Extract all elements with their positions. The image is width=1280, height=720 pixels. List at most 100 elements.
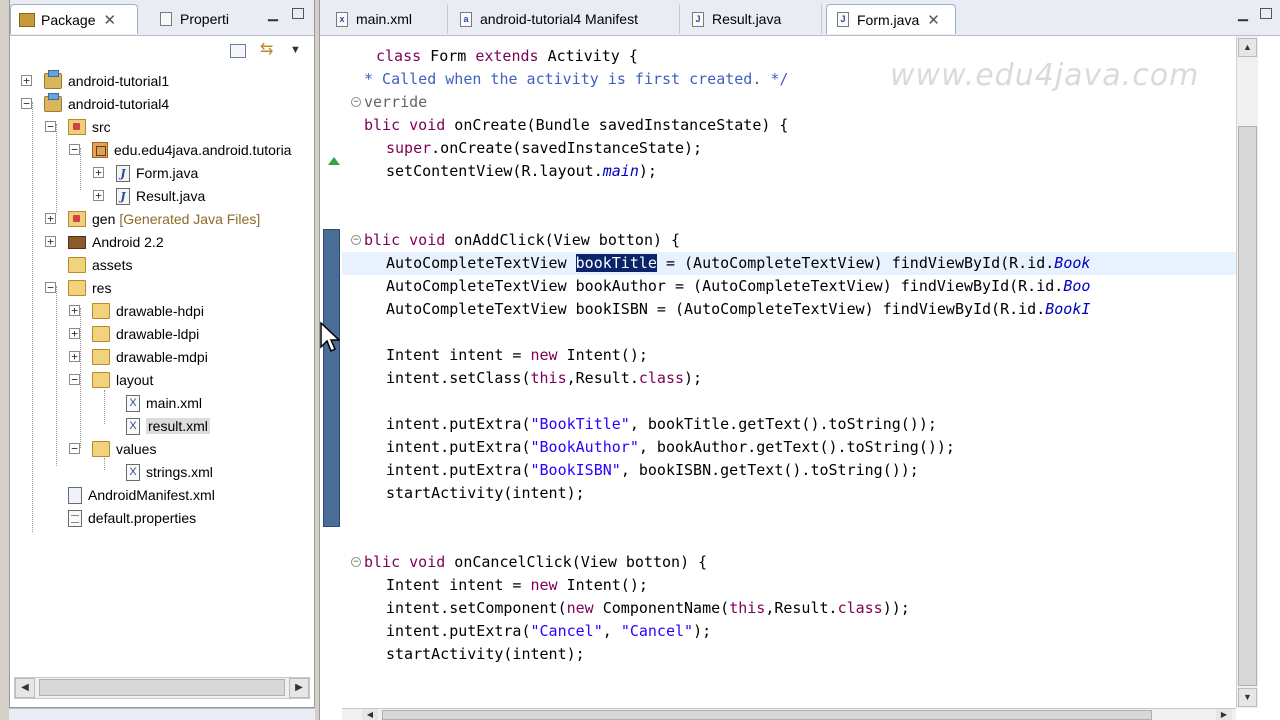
collapse-icon[interactable]: − [69, 443, 80, 454]
tree-item-values[interactable]: − values [69, 438, 156, 460]
xml-file-icon: X [126, 417, 140, 435]
minimize-icon[interactable]: ▁ [268, 7, 282, 22]
collapse-icon[interactable]: − [69, 374, 80, 385]
tree-item-android-tutorial4[interactable]: − android-tutorial4 [21, 93, 169, 115]
tree-item-label: assets [92, 257, 133, 273]
expand-icon[interactable]: + [69, 351, 80, 362]
tree-item-label: main.xml [146, 395, 203, 411]
tab-properties[interactable]: Properti [152, 4, 244, 34]
tree-item-label: drawable-ldpi [116, 326, 200, 342]
scroll-left-icon[interactable]: ◀ [15, 678, 35, 698]
expand-icon[interactable]: + [45, 236, 56, 247]
tree-item-label: gen [92, 211, 116, 227]
folder-icon [92, 441, 110, 457]
bottom-panel-tabbar [9, 708, 315, 720]
code-line: AutoCompleteTextView bookAuthor = (AutoC… [386, 277, 1091, 295]
expand-icon[interactable]: + [69, 305, 80, 316]
tab-package-explorer[interactable]: Package ✕ [10, 4, 138, 34]
code-line: intent.setClass(this,Result.class); [386, 369, 703, 387]
folder-icon [68, 280, 86, 296]
code-line: * Called when the activity is first crea… [364, 70, 789, 88]
editor-left-ruler [320, 36, 342, 720]
tree-item-drawable-mdpi[interactable]: + drawable-mdpi [69, 346, 208, 368]
link-with-editor-icon[interactable]: ⇆ [260, 42, 276, 58]
tree-item-android-manifest[interactable]: AndroidManifest.xml [68, 484, 215, 506]
java-file-icon: J [116, 187, 130, 205]
java-file-icon: J [116, 164, 130, 182]
tree-item-drawable-hdpi[interactable]: + drawable-hdpi [69, 300, 204, 322]
fold-icon[interactable]: − [351, 235, 361, 245]
tab-properties-label: Properti [180, 11, 230, 27]
scroll-down-icon[interactable]: ▼ [1238, 688, 1257, 707]
tree-item-form-java[interactable]: + J Form.java [93, 162, 198, 184]
expand-icon[interactable]: + [21, 75, 32, 86]
tab-manifest[interactable]: a android-tutorial4 Manifest [450, 4, 680, 34]
tree-item-android-lib[interactable]: + Android 2.2 [45, 231, 164, 253]
expand-icon[interactable]: + [93, 190, 104, 201]
tree-item-label: result.xml [146, 418, 210, 434]
tree-item-drawable-ldpi[interactable]: + drawable-ldpi [69, 323, 200, 345]
tab-label: main.xml [356, 11, 413, 27]
tree-item-strings-xml[interactable]: X strings.xml [126, 461, 213, 483]
tree-item-label: edu.edu4java.android.tutoria [114, 142, 292, 158]
code-line: AutoCompleteTextView bookTitle = (AutoCo… [386, 254, 1091, 272]
source-folder-icon [68, 211, 86, 227]
tree-item-android-tutorial1[interactable]: + android-tutorial1 [21, 70, 169, 92]
fold-icon[interactable]: − [351, 97, 361, 107]
minimize-icon[interactable]: ▁ [1238, 7, 1252, 22]
collapse-all-icon[interactable] [230, 44, 246, 58]
collapse-icon[interactable]: − [69, 144, 80, 155]
code-editor[interactable]: class Form extends Activity { * Called w… [342, 36, 1242, 708]
override-marker-icon[interactable] [328, 157, 340, 165]
expand-icon[interactable]: + [69, 328, 80, 339]
editor-horizontal-scrollbar[interactable]: ◀ ▶ [342, 708, 1236, 720]
java-file-icon: J [837, 12, 849, 27]
tree-item-decoration: [Generated Java Files] [119, 211, 261, 227]
tree-item-default-properties[interactable]: default.properties [68, 507, 196, 529]
tab-main-xml[interactable]: x main.xml [326, 4, 448, 34]
code-line: startActivity(intent); [386, 484, 585, 502]
code-line: super.onCreate(savedInstanceState); [386, 139, 703, 157]
scroll-up-icon[interactable]: ▲ [1238, 38, 1257, 57]
maximize-icon[interactable] [292, 8, 304, 19]
tab-label: Form.java [857, 11, 920, 28]
scrollbar-thumb[interactable] [382, 710, 1152, 720]
xml-file-icon: X [126, 394, 140, 412]
code-line: setContentView(R.layout.main); [386, 162, 657, 180]
scroll-right-icon[interactable]: ▶ [1216, 709, 1232, 720]
expand-icon[interactable]: + [45, 213, 56, 224]
tree-item-gen[interactable]: + gen [Generated Java Files] [45, 208, 261, 230]
code-line: intent.putExtra("BookISBN", bookISBN.get… [386, 461, 919, 479]
tree-item-src[interactable]: − src [45, 116, 111, 138]
editor-area: x main.xml a android-tutorial4 Manifest … [319, 0, 1280, 720]
tree-item-package[interactable]: − edu.edu4java.android.tutoria [69, 139, 292, 161]
close-icon[interactable]: ✕ [927, 11, 940, 29]
scroll-left-icon[interactable]: ◀ [362, 709, 378, 720]
editor-tabbar: x main.xml a android-tutorial4 Manifest … [320, 0, 1280, 36]
expand-icon[interactable]: + [93, 167, 104, 178]
collapse-icon[interactable]: − [21, 98, 32, 109]
scrollbar-thumb[interactable] [39, 679, 285, 696]
code-line: blic void onAddClick(View botton) { [364, 231, 681, 249]
tab-result-java[interactable]: J Result.java [682, 4, 822, 34]
project-icon [44, 93, 62, 112]
range-indicator [323, 229, 340, 527]
scroll-right-icon[interactable]: ▶ [289, 678, 309, 698]
view-menu-icon[interactable]: ▼ [290, 44, 306, 58]
tree-item-main-xml[interactable]: X main.xml [126, 392, 202, 414]
close-icon[interactable]: ✕ [103, 11, 116, 29]
maximize-icon[interactable] [1260, 8, 1272, 19]
tree-item-label: AndroidManifest.xml [88, 487, 215, 503]
tree-item-res[interactable]: − res [45, 277, 111, 299]
tree-item-result-xml[interactable]: X result.xml [126, 415, 210, 437]
tree-item-assets[interactable]: assets [68, 254, 132, 276]
fold-icon[interactable]: − [351, 557, 361, 567]
editor-vertical-scrollbar[interactable]: ▲ ▼ [1236, 36, 1258, 708]
tree-item-result-java[interactable]: + J Result.java [93, 185, 205, 207]
collapse-icon[interactable]: − [45, 282, 56, 293]
tree-horizontal-scrollbar[interactable]: ◀ ▶ [14, 677, 310, 699]
scrollbar-thumb[interactable] [1238, 126, 1257, 686]
tree-item-layout[interactable]: − layout [69, 369, 153, 391]
tab-form-java[interactable]: J Form.java ✕ [826, 4, 956, 34]
collapse-icon[interactable]: − [45, 121, 56, 132]
